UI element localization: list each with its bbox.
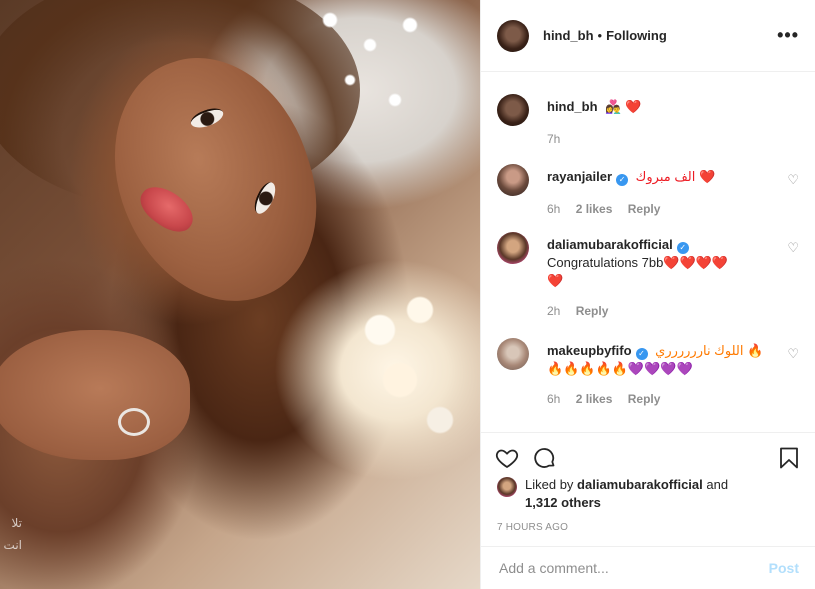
comment-text-line1: Congratulations 7bb❤️❤️❤️❤️: [547, 255, 729, 270]
comment-likes-count[interactable]: 2 likes: [576, 392, 613, 406]
comment-username[interactable]: makeupbyfifo: [547, 343, 632, 358]
comment-item: rayanjailer ✓ الف مبروك ❤️ 6h 2 likes Rep…: [497, 164, 799, 218]
caption-avatar[interactable]: [497, 94, 529, 126]
bookmark-icon[interactable]: [777, 446, 801, 470]
liked-by-prefix: Liked by: [525, 477, 574, 492]
comment-text: اللوك نارررررري 🔥: [655, 343, 764, 358]
comment-like-heart-icon[interactable]: ♡: [787, 346, 799, 362]
liker-username[interactable]: daliamubarakofficial: [577, 477, 703, 492]
verified-badge-icon: ✓: [635, 348, 648, 360]
photo-ring: [118, 408, 150, 436]
reply-button[interactable]: Reply: [628, 392, 661, 406]
comment-username[interactable]: rayanjailer: [547, 169, 612, 184]
photo-hand: [0, 330, 190, 460]
liked-by-and: and: [706, 477, 729, 492]
comment-likes-count[interactable]: 2 likes: [576, 202, 613, 216]
post-side-panel: hind_bh • Following ••• hind_bh 👩‍❤️‍👨 ❤…: [480, 0, 815, 589]
comment-input[interactable]: [497, 559, 769, 577]
comment-item: makeupbyfifo ✓ اللوك نارررررري 🔥 🔥🔥🔥🔥🔥💜💜💜…: [497, 338, 799, 408]
post-photo[interactable]: تلا انت: [0, 0, 480, 589]
comment-avatar[interactable]: [497, 164, 529, 196]
comment-item: daliamubarakofficial ✓ Congratulations 7b…: [497, 232, 799, 320]
caption-username[interactable]: hind_bh: [547, 99, 598, 114]
photo-overlay-text: تلا انت: [3, 516, 22, 552]
comment-text: الف مبروك ❤️: [635, 169, 716, 184]
comment-icon[interactable]: [533, 446, 557, 470]
separator-dot: •: [597, 28, 603, 43]
post-comment-button[interactable]: Post: [769, 560, 799, 576]
caption: hind_bh 👩‍❤️‍👨 ❤️ 7h: [497, 94, 799, 148]
comment-meta: 6h 2 likes Reply: [547, 200, 799, 218]
post-timestamp[interactable]: 7 HOURS AGO: [497, 522, 568, 533]
verified-badge-icon: ✓: [616, 174, 629, 186]
comment-text-line2: 🔥🔥🔥🔥🔥💜💜💜💜: [547, 361, 693, 376]
comment-text: Congratulations 7bb❤️❤️❤️❤️: [547, 254, 799, 272]
instagram-post: تلا انت hind_bh • Following ••• hind_bh …: [0, 0, 815, 589]
liker-avatar[interactable]: [497, 477, 517, 497]
reply-button[interactable]: Reply: [628, 202, 661, 216]
comment-time[interactable]: 6h: [547, 392, 560, 406]
comment-like-heart-icon[interactable]: ♡: [787, 240, 799, 256]
comments-list[interactable]: hind_bh 👩‍❤️‍👨 ❤️ 7h rayanjailer ✓ الف مب…: [481, 72, 815, 432]
caption-meta: 7h: [547, 130, 799, 148]
comment-text-line2: ❤️: [547, 273, 564, 288]
likes-text: Liked by daliamubarakofficial and 1,312 …: [525, 476, 728, 512]
post-header: hind_bh • Following •••: [481, 0, 815, 72]
comment-meta: 2h Reply: [547, 302, 799, 320]
reply-button[interactable]: Reply: [576, 304, 609, 318]
caption-time[interactable]: 7h: [547, 132, 560, 146]
comment-like-heart-icon[interactable]: ♡: [787, 172, 799, 188]
photo-lights: [300, 0, 480, 150]
heart-icon[interactable]: [495, 446, 519, 470]
following-button[interactable]: Following: [606, 28, 667, 43]
photo-flowers: [340, 270, 480, 470]
comment-avatar[interactable]: [497, 338, 529, 370]
comment-time[interactable]: 6h: [547, 202, 560, 216]
caption-text: 👩‍❤️‍👨 ❤️: [605, 99, 642, 114]
comment-meta: 6h 2 likes Reply: [547, 390, 799, 408]
comment-username[interactable]: daliamubarakofficial: [547, 237, 673, 252]
author-username[interactable]: hind_bh: [543, 28, 594, 43]
comment-avatar[interactable]: [497, 232, 529, 264]
verified-badge-icon: ✓: [676, 242, 689, 254]
likes-others-count[interactable]: 1,312 others: [525, 495, 601, 510]
comment-time[interactable]: 2h: [547, 304, 560, 318]
more-options-icon[interactable]: •••: [777, 25, 799, 46]
add-comment-bar: Post: [481, 546, 815, 589]
likes-summary: Liked by daliamubarakofficial and 1,312 …: [497, 476, 799, 512]
author-avatar[interactable]: [497, 19, 529, 52]
